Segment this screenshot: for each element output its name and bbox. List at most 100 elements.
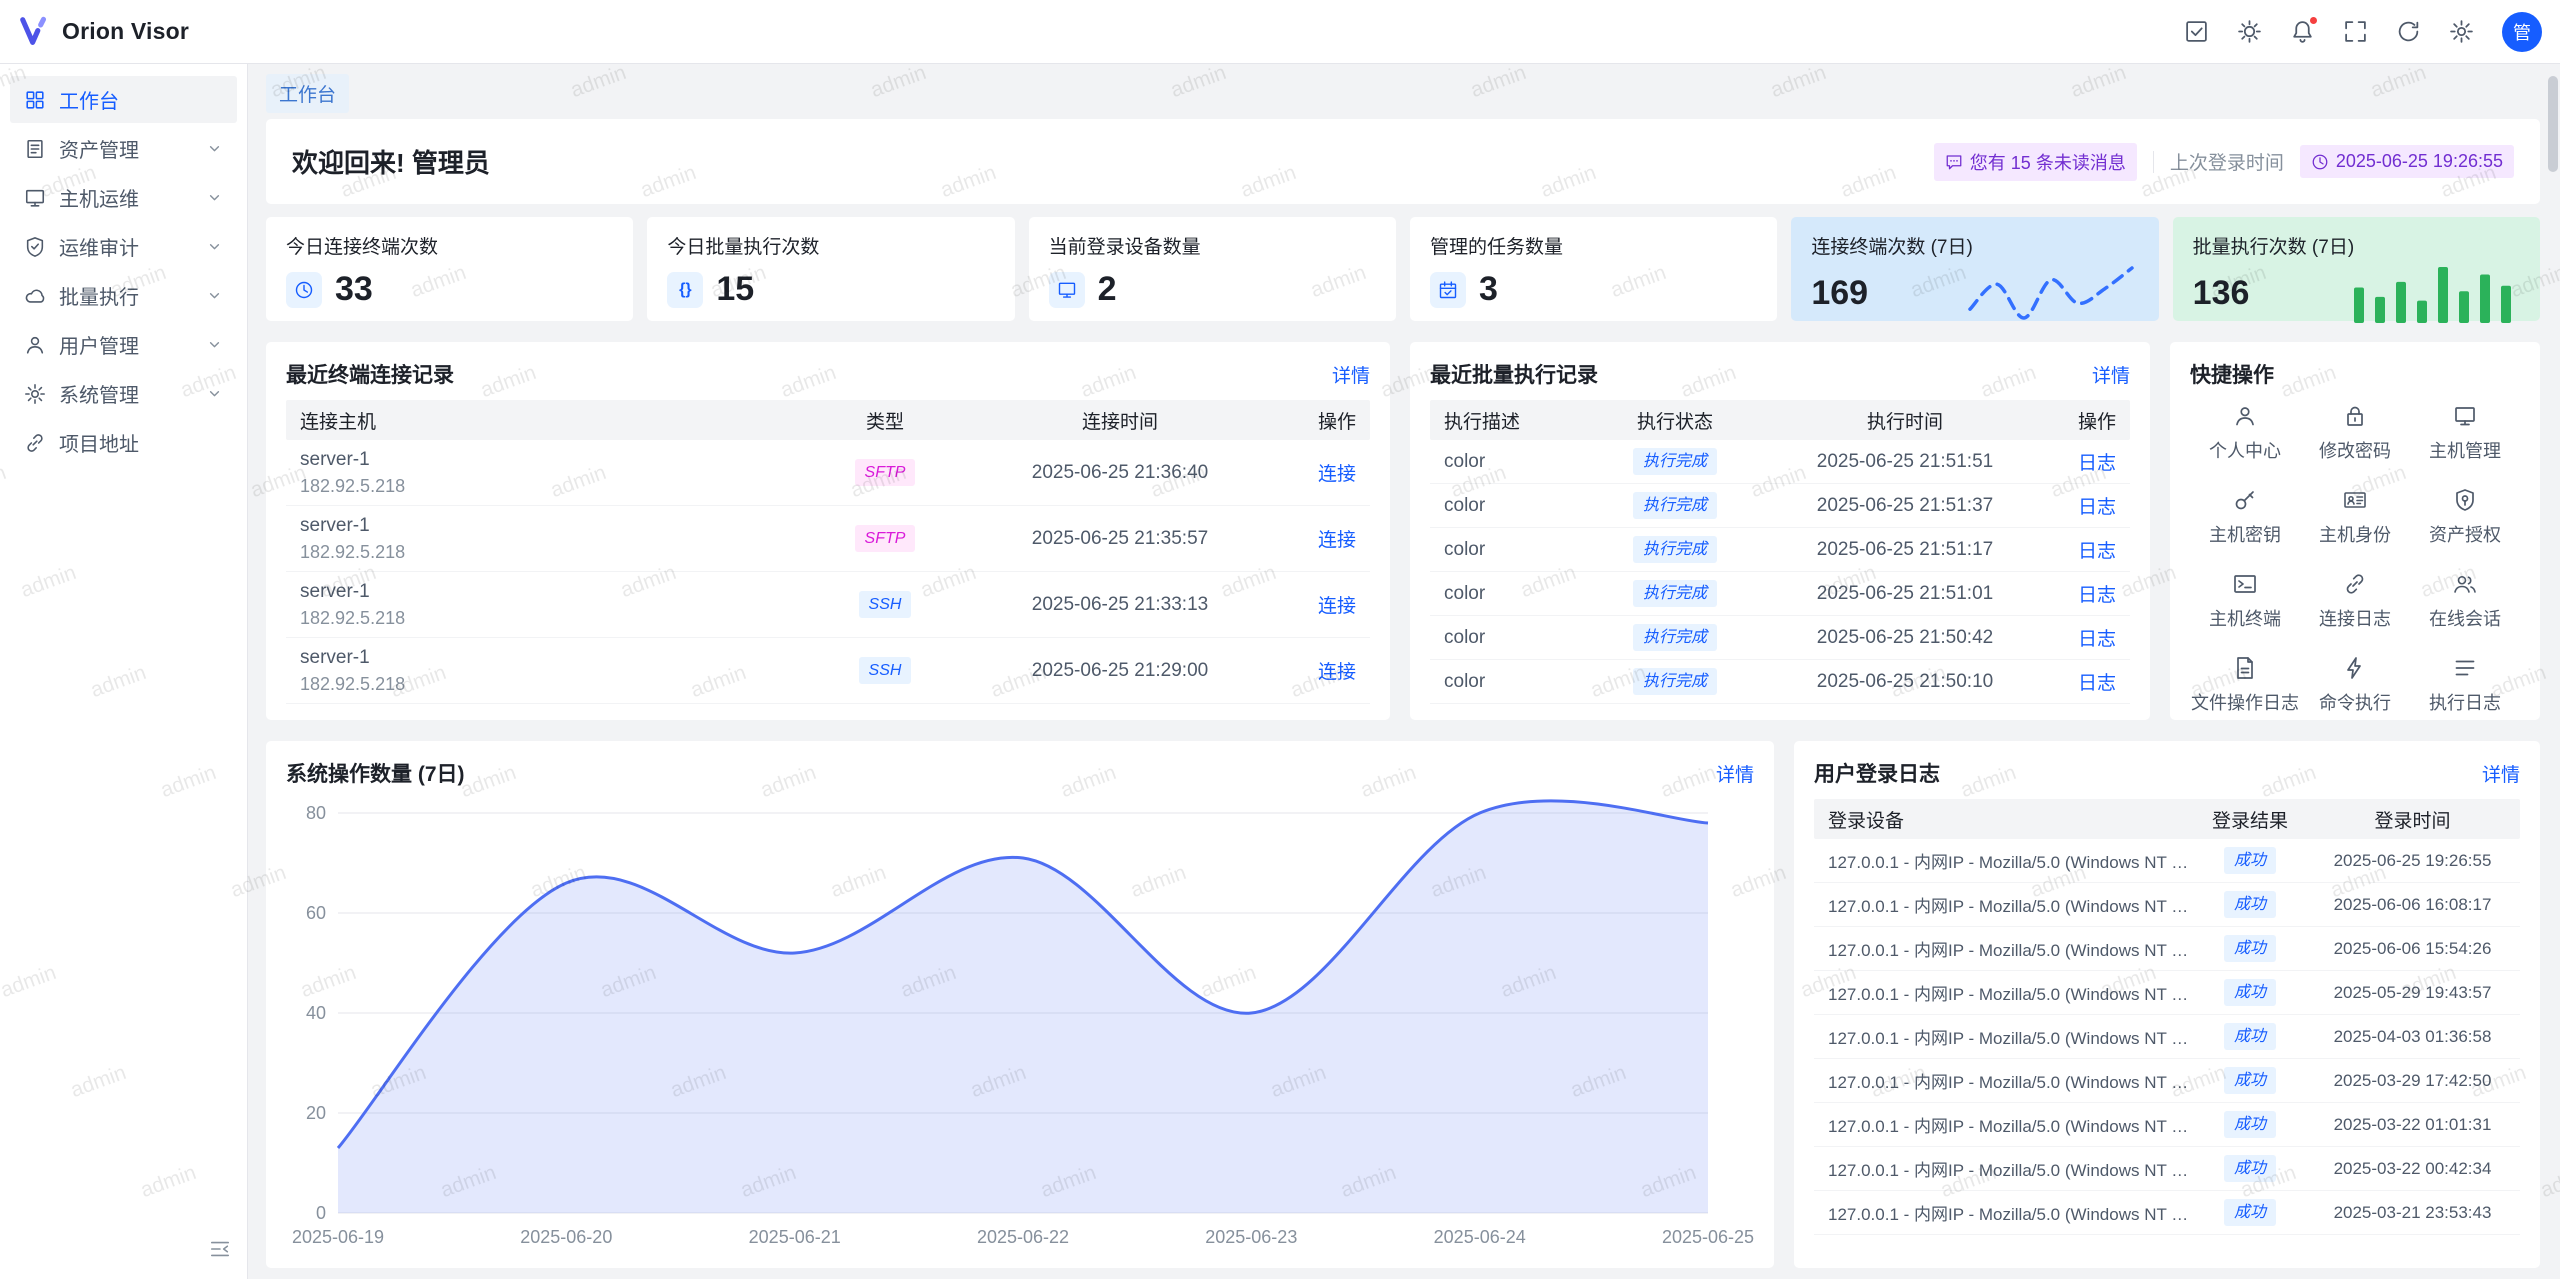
log-link[interactable]: 日志 [2078, 673, 2116, 694]
table-header-row: 连接主机 类型 连接时间 操作 [286, 400, 1370, 440]
table-row: 127.0.0.1 - 内网IP - Mozilla/5.0 (Windows … [1814, 1191, 2520, 1235]
last-login-label: 上次登录时间 [2170, 148, 2284, 175]
result-tag: 成功 [2224, 935, 2276, 962]
connections-7d-sparkline [1963, 261, 2139, 325]
sidebar-item-label: 主机运维 [59, 183, 193, 212]
panel-title: 最近终端连接记录 [286, 359, 454, 389]
braces-icon: {} [667, 272, 703, 308]
login-device: 127.0.0.1 - 内网IP - Mozilla/5.0 (Windows … [1814, 936, 2195, 961]
protocol-tag: SFTP [855, 525, 916, 552]
log-link[interactable]: 日志 [2078, 585, 2116, 606]
executions-7d-sparkline [2344, 261, 2520, 325]
connect-link[interactable]: 连接 [1318, 662, 1356, 683]
breadcrumb-item-workbench[interactable]: 工作台 [266, 74, 349, 113]
connect-time: 2025-06-25 21:36:40 [960, 462, 1280, 484]
sidebar-item-system-management[interactable]: 系统管理 [10, 370, 237, 417]
exec-description: color [1430, 583, 1590, 605]
stat-label: 今日连接终端次数 [286, 232, 613, 259]
host-ip: 182.92.5.218 [300, 476, 810, 497]
table-row: color 执行完成 2025-06-25 21:51:17 日志 [1430, 528, 2130, 572]
quick-op-command-execution[interactable]: 命令执行 [2300, 656, 2410, 715]
log-link[interactable]: 日志 [2078, 629, 2116, 650]
table-row: color 执行完成 2025-06-25 21:51:01 日志 [1430, 572, 2130, 616]
table-row: 127.0.0.1 - 内网IP - Mozilla/5.0 (Windows … [1814, 1015, 2520, 1059]
stat-card-today-terminal-connections: 今日连接终端次数 33 [266, 217, 633, 321]
log-link[interactable]: 日志 [2078, 541, 2116, 562]
sidebar-item-ops-audit[interactable]: 运维审计 [10, 223, 237, 270]
connect-time: 2025-06-25 21:33:13 [960, 594, 1280, 616]
quick-op-host-terminal[interactable]: 主机终端 [2190, 572, 2300, 631]
sidebar-item-host-ops[interactable]: 主机运维 [10, 174, 237, 221]
chart-detail-link[interactable]: 详情 [1716, 760, 1754, 787]
svg-text:2025-06-24: 2025-06-24 [1434, 1227, 1526, 1247]
sidebar-item-asset-management[interactable]: 资产管理 [10, 125, 237, 172]
batch-records-detail-link[interactable]: 详情 [2092, 361, 2130, 388]
exec-time: 2025-06-25 21:51:51 [1760, 451, 2050, 473]
login-time: 2025-03-29 17:42:50 [2305, 1071, 2520, 1091]
quick-op-online-sessions[interactable]: 在线会话 [2410, 572, 2520, 631]
quick-op-host-identity[interactable]: 主机身份 [2300, 488, 2410, 547]
host-monitor-icon [24, 187, 46, 209]
table-row: server-1182.92.5.218 SFTP 2025-06-25 21:… [286, 440, 1370, 506]
panel-title: 系统操作数量 (7日) [286, 758, 465, 788]
quick-op-change-password[interactable]: 修改密码 [2300, 404, 2410, 463]
chevron-down-icon [206, 336, 223, 353]
quick-op-connection-log[interactable]: 连接日志 [2300, 572, 2410, 631]
panel-title: 快捷操作 [2190, 359, 2274, 389]
link-icon [24, 432, 46, 454]
audit-shield-icon [24, 236, 46, 258]
notifications-bell-icon[interactable] [2290, 19, 2315, 44]
clock-icon [286, 272, 322, 308]
result-tag: 成功 [2224, 847, 2276, 874]
svg-text:2025-06-22: 2025-06-22 [977, 1227, 1069, 1247]
quick-op-personal-center[interactable]: 个人中心 [2190, 404, 2300, 463]
host-name: server-1 [300, 581, 810, 603]
svg-text:40: 40 [306, 1003, 326, 1023]
link-icon [2343, 572, 2367, 596]
refresh-icon[interactable] [2396, 19, 2421, 44]
status-tag: 执行完成 [1633, 448, 1717, 475]
page-scrollbar-thumb[interactable] [2548, 76, 2558, 172]
sidebar-item-user-management[interactable]: 用户管理 [10, 321, 237, 368]
exec-time: 2025-06-25 21:50:10 [1760, 671, 2050, 693]
user-avatar[interactable]: 管 [2502, 12, 2542, 52]
svg-text:2025-06-25: 2025-06-25 [1662, 1227, 1754, 1247]
quick-op-execution-log[interactable]: 执行日志 [2410, 656, 2520, 715]
sidebar-item-project-url[interactable]: 项目地址 [10, 419, 237, 466]
quick-op-host-keys[interactable]: 主机密钥 [2190, 488, 2300, 547]
file-icon [2233, 656, 2257, 680]
log-link[interactable]: 日志 [2078, 497, 2116, 518]
brand[interactable]: Orion Visor [18, 15, 189, 49]
check-square-icon[interactable] [2184, 19, 2209, 44]
connect-link[interactable]: 连接 [1318, 464, 1356, 485]
quick-op-file-operation-log[interactable]: 文件操作日志 [2190, 656, 2300, 715]
connect-link[interactable]: 连接 [1318, 596, 1356, 617]
unread-messages-tag[interactable]: 您有 15 条未读消息 [1934, 143, 2137, 181]
chevron-down-icon [206, 189, 223, 206]
log-link[interactable]: 日志 [2078, 453, 2116, 474]
fullscreen-icon[interactable] [2343, 19, 2368, 44]
sidebar: 工作台 资产管理 主机运维 运维审计 批量执行 用户管理 [0, 64, 248, 1279]
login-device: 127.0.0.1 - 内网IP - Mozilla/5.0 (Windows … [1814, 1024, 2195, 1049]
status-tag: 执行完成 [1633, 624, 1717, 651]
sidebar-item-workbench[interactable]: 工作台 [10, 76, 237, 123]
host-name: server-1 [300, 449, 810, 471]
quick-op-asset-authorization[interactable]: 资产授权 [2410, 488, 2520, 547]
sidebar-item-batch-exec[interactable]: 批量执行 [10, 272, 237, 319]
login-time: 2025-06-06 16:08:17 [2305, 895, 2520, 915]
stat-value: 2 [1098, 270, 1117, 309]
last-login-time-tag: 2025-06-25 19:26:55 [2300, 145, 2514, 178]
theme-sun-icon[interactable] [2237, 19, 2262, 44]
settings-gear-icon[interactable] [2449, 19, 2474, 44]
terminal-records-detail-link[interactable]: 详情 [1332, 361, 1370, 388]
quick-op-host-management[interactable]: 主机管理 [2410, 404, 2520, 463]
status-tag: 执行完成 [1633, 536, 1717, 563]
welcome-banner: 欢迎回来! 管理员 您有 15 条未读消息 上次登录时间 2025-06-25 … [266, 119, 2540, 204]
result-tag: 成功 [2224, 1199, 2276, 1226]
exec-description: color [1430, 539, 1590, 561]
connect-link[interactable]: 连接 [1318, 530, 1356, 551]
sidebar-collapse-icon[interactable] [209, 1238, 231, 1265]
host-ip: 182.92.5.218 [300, 608, 810, 629]
login-logs-detail-link[interactable]: 详情 [2482, 760, 2520, 787]
app-title: Orion Visor [62, 18, 189, 45]
